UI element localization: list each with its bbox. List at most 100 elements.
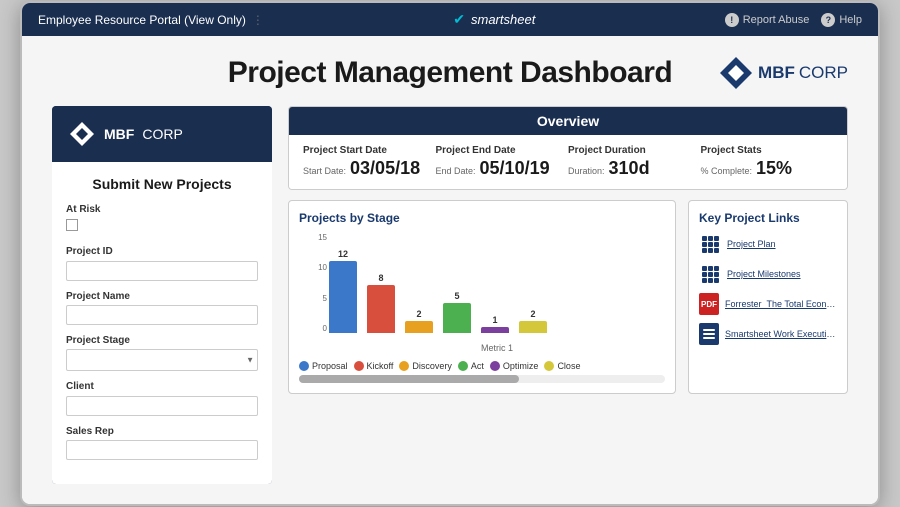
link-text-2: Forrester_The Total Economic Impa... — [725, 299, 837, 309]
legend-item-kickoff: Kickoff — [354, 361, 394, 371]
complete-label: Project Stats — [701, 145, 834, 156]
legend-item-discovery: Discovery — [399, 361, 452, 371]
at-risk-checkbox[interactable] — [66, 219, 78, 231]
legend-label-discovery: Discovery — [412, 361, 452, 371]
sales-rep-label: Sales Rep — [66, 426, 258, 437]
legend-dot-act — [458, 361, 468, 371]
body-layout: MBF CORP Submit New Projects At Risk Proj… — [52, 106, 848, 484]
grid-icon-0 — [699, 233, 721, 255]
links-section: Key Project Links Project Plan Project M… — [688, 200, 848, 394]
bar-value-kickoff: 8 — [378, 273, 383, 283]
smartsheet-logo: smartsheet — [471, 12, 535, 27]
bar-act: 5 — [443, 233, 471, 333]
right-panel: Overview Project Start Date Start Date: … — [288, 106, 848, 484]
bar-close: 2 — [519, 233, 547, 333]
mbfcorp-logo-top: MBFCORP — [718, 55, 848, 91]
start-date-sub: Start Date: — [303, 166, 346, 176]
link-text-0: Project Plan — [727, 239, 776, 249]
bar-discovery: 2 — [405, 233, 433, 333]
sheet-lines — [703, 329, 715, 339]
bar-proposal: 12 — [329, 233, 357, 333]
bar-optimize: 1 — [481, 233, 509, 333]
start-date-label: Project Start Date — [303, 145, 436, 156]
chart-scrollbar[interactable] — [299, 375, 665, 383]
client-label: Client — [66, 381, 258, 392]
bar-rect-act — [443, 303, 471, 333]
overview-section: Overview Project Start Date Start Date: … — [288, 106, 848, 190]
complete-sub: % Complete: — [701, 166, 753, 176]
nav-left: Employee Resource Portal (View Only) ⋮ — [38, 13, 264, 27]
legend-label-kickoff: Kickoff — [367, 361, 394, 371]
project-id-label: Project ID — [66, 246, 258, 257]
legend-label-close: Close — [557, 361, 580, 371]
project-name-label: Project Name — [66, 291, 258, 302]
link-text-1: Project Milestones — [727, 269, 801, 279]
y-label-15: 15 — [318, 233, 327, 242]
bar-chart: 15 10 5 0 1282512 Metric 1 — [299, 233, 665, 353]
nav-separator: ⋮ — [252, 13, 264, 27]
bar-value-proposal: 12 — [338, 249, 348, 259]
nav-center: ✔ smartsheet — [453, 11, 535, 28]
form-title: Submit New Projects — [66, 176, 258, 192]
bar-kickoff: 8 — [367, 233, 395, 333]
help-label: Help — [839, 14, 862, 26]
legend-dot-optimize — [490, 361, 500, 371]
left-form: Submit New Projects At Risk Project ID P… — [52, 162, 272, 484]
bar-value-act: 5 — [454, 291, 459, 301]
report-abuse-link[interactable]: ! Report Abuse — [725, 13, 810, 27]
links-container: Project Plan Project Milestones PDFForres… — [699, 233, 837, 345]
stat-end-date: Project End Date End Date: 05/10/19 — [436, 145, 569, 179]
project-name-input[interactable] — [66, 305, 258, 325]
project-id-input[interactable] — [66, 261, 258, 281]
nav-bar: Employee Resource Portal (View Only) ⋮ ✔… — [22, 3, 878, 36]
mbfcorp-diamond-icon — [718, 55, 754, 91]
help-icon: ? — [821, 13, 835, 27]
end-date-sub: End Date: — [436, 166, 476, 176]
bar-value-optimize: 1 — [492, 315, 497, 325]
y-label-5: 5 — [323, 294, 327, 303]
project-name-group: Project Name — [66, 291, 258, 326]
bar-value-discovery: 2 — [416, 309, 421, 319]
grid-icon — [702, 266, 719, 283]
legend-item-act: Act — [458, 361, 484, 371]
project-stage-group: Project Stage Proposal Kickoff Discovery… — [66, 335, 258, 371]
link-item-2[interactable]: PDFForrester_The Total Economic Impa... — [699, 293, 837, 315]
left-panel-header: MBF CORP — [52, 106, 272, 162]
sales-rep-input[interactable] — [66, 440, 258, 460]
grid-icon-1 — [699, 263, 721, 285]
sales-rep-group: Sales Rep — [66, 426, 258, 461]
end-date-value: 05/10/19 — [480, 158, 550, 179]
bar-rect-proposal — [329, 261, 357, 333]
ss-logo-text: smartsheet — [471, 12, 535, 27]
help-link[interactable]: ? Help — [821, 13, 862, 27]
client-group: Client — [66, 381, 258, 416]
left-panel: MBF CORP Submit New Projects At Risk Proj… — [52, 106, 272, 484]
at-risk-group: At Risk — [66, 204, 258, 236]
stat-start-date: Project Start Date Start Date: 03/05/18 — [303, 145, 436, 179]
project-stage-select-wrap: Proposal Kickoff Discovery Act Optimize … — [66, 349, 258, 371]
link-item-1[interactable]: Project Milestones — [699, 263, 837, 285]
left-logo-corp: CORP — [142, 126, 182, 142]
x-axis-label: Metric 1 — [329, 343, 665, 353]
smartsheet-checkmark: ✔ — [453, 11, 465, 28]
bar-rect-kickoff — [367, 285, 395, 333]
end-date-label: Project End Date — [436, 145, 569, 156]
scroll-thumb — [299, 375, 519, 383]
report-abuse-icon: ! — [725, 13, 739, 27]
at-risk-label: At Risk — [66, 204, 258, 215]
link-item-3[interactable]: Smartsheet Work Execution Platfor... — [699, 323, 837, 345]
project-stage-label: Project Stage — [66, 335, 258, 346]
report-abuse-label: Report Abuse — [743, 14, 810, 26]
link-item-0[interactable]: Project Plan — [699, 233, 837, 255]
project-stage-select[interactable]: Proposal Kickoff Discovery Act Optimize … — [66, 349, 258, 371]
chart-title: Projects by Stage — [299, 211, 665, 225]
left-logo-mbf: MBF — [104, 126, 134, 142]
legend-item-close: Close — [544, 361, 580, 371]
portal-label: Employee Resource Portal (View Only) — [38, 13, 246, 27]
chart-section: Projects by Stage 15 10 5 0 1282512 Metr… — [288, 200, 676, 394]
legend-dot-kickoff — [354, 361, 364, 371]
dashboard-title: Project Management Dashboard — [228, 56, 672, 89]
bar-rect-optimize — [481, 327, 509, 333]
project-id-group: Project ID — [66, 246, 258, 281]
client-input[interactable] — [66, 396, 258, 416]
